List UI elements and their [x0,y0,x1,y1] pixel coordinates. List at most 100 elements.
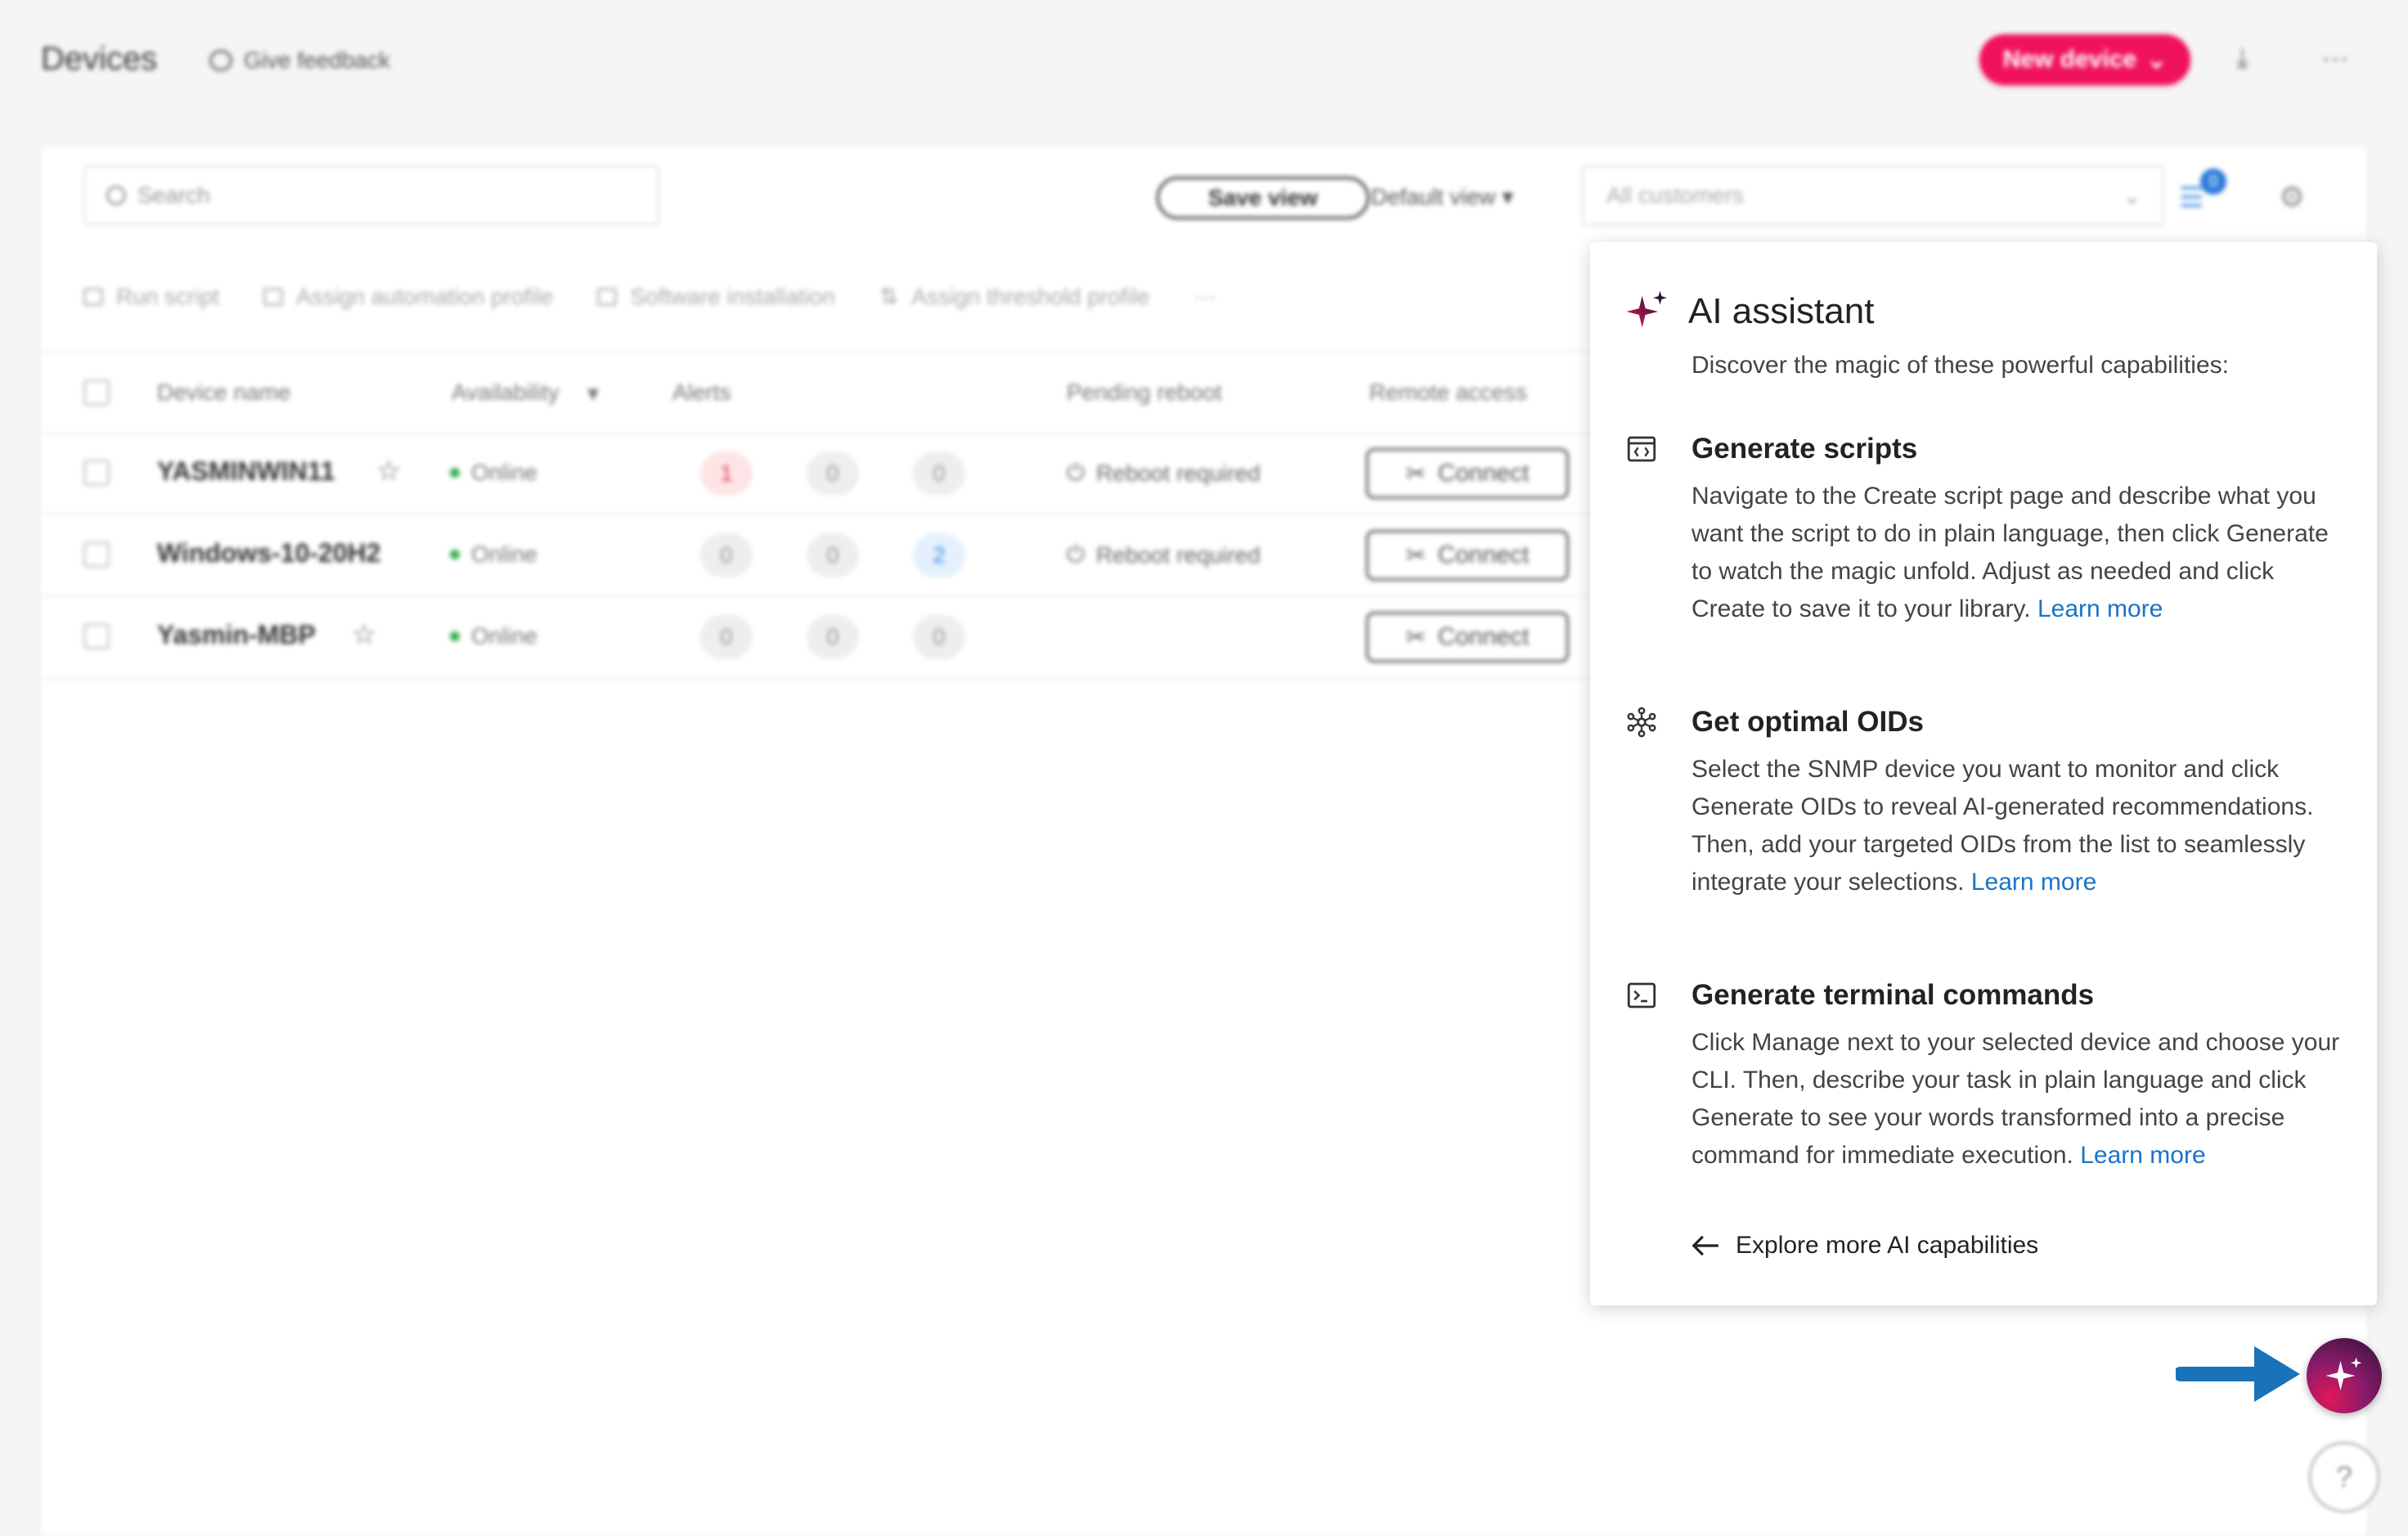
default-view-dropdown[interactable]: Default view ▾ [1371,183,1513,210]
row-checkbox[interactable] [83,623,110,649]
more-actions-button[interactable]: ··· [1194,283,1217,310]
star-icon[interactable]: ☆ [376,455,401,487]
software-installation-action[interactable]: Software installation [597,283,835,310]
customers-select[interactable]: All customers ⌄ [1582,165,2164,226]
availability-status: Online [450,541,537,568]
assign-automation-profile-label: Assign automation profile [296,283,554,309]
generate-terminal-commands-section: Generate terminal commands Click Manage … [1624,978,2344,1174]
software-installation-label: Software installation [630,283,836,309]
get-optimal-oids-learn-more-link[interactable]: Learn more [1971,869,2096,896]
filter-icon[interactable]: ☰ [2179,182,2204,214]
search-input[interactable]: Search [83,165,659,226]
explore-more-ai-label: Explore more AI capabilities [1736,1232,2039,1259]
page-title: Devices [41,41,158,77]
get-optimal-oids-section: Get optimal OIDs Select the SNMP device … [1624,705,2344,901]
connect-button[interactable]: ✂ Connect [1366,530,1569,581]
column-availability[interactable]: Availability [452,380,559,406]
chevron-down-icon: ⌄ [2122,182,2141,209]
alert-count-info[interactable]: 0 [913,451,965,496]
device-name[interactable]: Windows-10-20H2 [157,538,381,568]
alert-count-warning[interactable]: 0 [806,451,859,496]
give-feedback-label: Give feedback [244,47,390,73]
download-icon[interactable]: ⤓ [2236,43,2249,74]
generate-terminal-commands-learn-more-link[interactable]: Learn more [2080,1142,2205,1169]
ai-assistant-panel: AI assistant Discover the magic of these… [1590,242,2377,1305]
column-pending-reboot[interactable]: Pending reboot [1067,380,1222,406]
get-optimal-oids-title: Get optimal OIDs [1691,706,1924,738]
sparkle-icon [1626,290,1667,328]
connect-button[interactable]: ✂ Connect [1366,612,1569,662]
assign-threshold-profile-label: Assign threshold profile [911,283,1150,309]
new-device-label: New device [2002,46,2137,73]
save-view-button[interactable]: Save view [1157,177,1369,219]
remote-access-icon: ✂ [1405,541,1426,569]
availability-label: Online [471,623,537,649]
device-name[interactable]: YASMINWIN11 [157,456,335,487]
generate-scripts-title: Generate scripts [1691,433,1918,465]
reboot-label: Reboot required [1096,541,1260,568]
alert-count-warning[interactable]: 0 [806,615,859,659]
alert-count-warning[interactable]: 0 [806,533,859,577]
sparkle-icon [2325,1357,2362,1390]
gear-icon[interactable]: ⚙ [2279,180,2305,214]
power-icon: ⏻ [1067,541,1085,567]
chevron-down-icon: ⌄ [2146,46,2168,74]
automation-icon [263,287,284,306]
connect-label: Connect [1437,623,1530,650]
connect-label: Connect [1437,460,1530,487]
ai-assistant-header: AI assistant [1624,288,1874,335]
row-checkbox[interactable] [83,460,110,486]
connect-label: Connect [1437,541,1530,568]
assign-threshold-profile-action[interactable]: ⇅ Assign threshold profile [879,283,1150,310]
ai-assistant-button[interactable] [2307,1338,2382,1413]
terminal-icon [1627,982,1656,1008]
availability-status: Online [450,623,537,649]
generate-scripts-body: Navigate to the Create script page and d… [1691,483,2329,622]
generate-terminal-commands-body: Click Manage next to your selected devic… [1691,1029,2340,1169]
generate-scripts-learn-more-link[interactable]: Learn more [2037,595,2163,622]
filter-count-badge: 0 [2200,168,2226,195]
generate-terminal-commands-title: Generate terminal commands [1691,979,2095,1011]
star-icon[interactable]: ☆ [352,618,376,651]
alert-count-critical[interactable]: 0 [700,615,752,659]
column-remote-access[interactable]: Remote access [1369,380,1527,406]
device-name[interactable]: Yasmin-MBP [157,620,316,650]
pending-reboot-status: ⏻ Reboot required [1067,541,1260,568]
generate-scripts-section: Generate scripts Navigate to the Create … [1624,432,2344,628]
connect-button[interactable]: ✂ Connect [1366,448,1569,499]
alert-count-info[interactable]: 2 [913,533,965,577]
sort-chevron-icon: ▾ [587,380,600,406]
ai-assistant-subtitle: Discover the magic of these powerful cap… [1691,352,2229,379]
customers-placeholder: All customers [1606,182,1745,208]
explore-more-ai-link[interactable]: Explore more AI capabilities [1690,1232,2038,1260]
alert-count-critical[interactable]: 1 [700,451,752,496]
code-window-icon [1627,436,1656,462]
alert-count-critical[interactable]: 0 [700,533,752,577]
install-icon [597,287,618,306]
new-device-button[interactable]: New device ⌄ [1979,34,2190,85]
online-dot-icon [450,468,460,478]
reboot-label: Reboot required [1096,460,1260,486]
bulk-actions-bar: Run script Assign automation profile Sof… [83,283,1217,310]
remote-access-icon: ✂ [1405,460,1426,487]
column-alerts[interactable]: Alerts [672,380,731,406]
online-dot-icon [450,550,460,559]
assign-automation-profile-action[interactable]: Assign automation profile [263,283,553,310]
arrow-left-icon [1691,1235,1718,1256]
chat-bubble-icon [209,50,232,71]
select-all-checkbox[interactable] [83,380,110,406]
alert-count-info[interactable]: 0 [913,615,965,659]
chevron-down-icon: ▾ [1502,184,1514,209]
give-feedback-button[interactable]: Give feedback [209,47,390,74]
more-icon[interactable]: ··· [2321,43,2349,74]
default-view-label: Default view [1371,184,1496,209]
online-dot-icon [450,631,460,641]
more-icon: ··· [1193,283,1217,309]
help-button[interactable]: ? [2308,1441,2380,1513]
run-script-action[interactable]: Run script [83,283,219,310]
availability-label: Online [471,460,537,485]
column-device-name[interactable]: Device name [157,380,290,406]
row-checkbox[interactable] [83,541,110,568]
ai-assistant-title: AI assistant [1688,291,1875,331]
remote-access-icon: ✂ [1405,623,1426,651]
